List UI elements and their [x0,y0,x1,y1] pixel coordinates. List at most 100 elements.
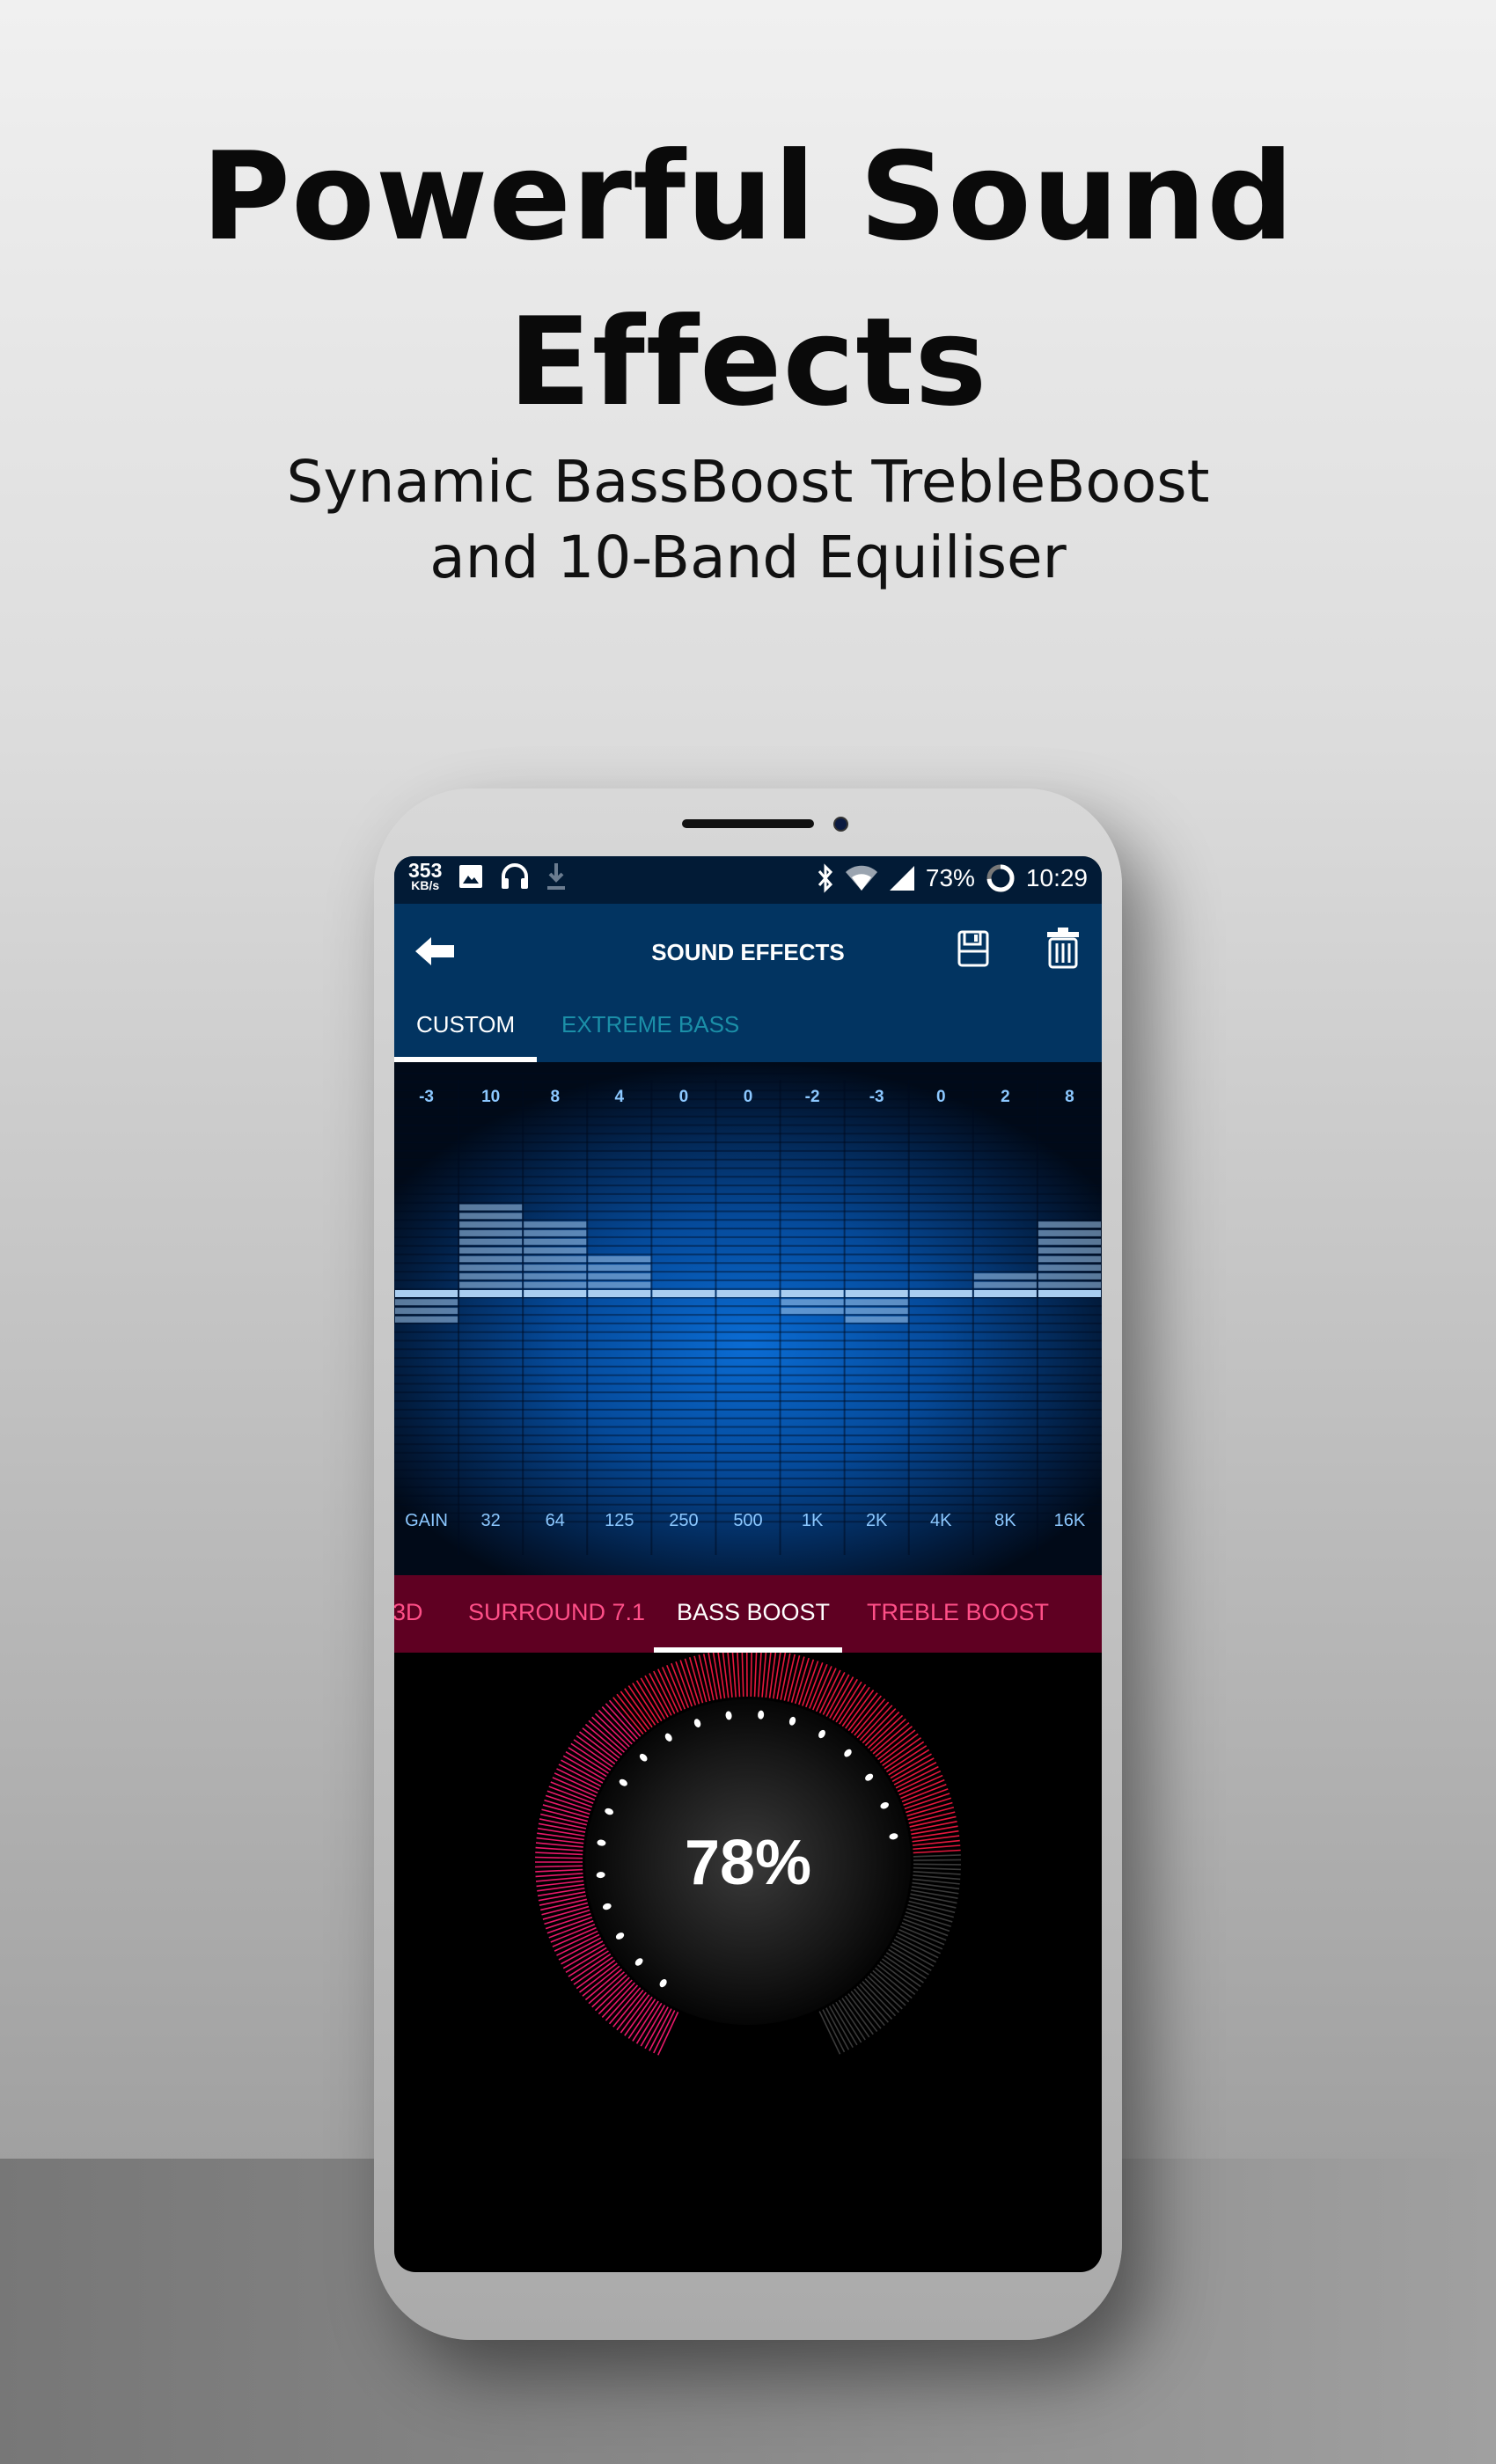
eq-bar-segment [588,1281,651,1288]
dial-tick-active [753,1649,758,1698]
tab-custom[interactable]: CUSTOM [416,1002,515,1046]
eq-bar-segment [459,1238,523,1245]
dial-tick-active [727,1650,733,1698]
dial-tick-inactive [891,1942,935,1968]
dial-tick-inactive [828,2006,854,2049]
eq-band-center[interactable] [459,1290,523,1297]
eq-bar-segment [524,1281,587,1288]
network-speed: 353 KB/s [408,858,443,892]
tab-bass-boost[interactable]: BASS BOOST [677,1591,830,1633]
dial-tick-active [538,1822,586,1833]
eq-band-label: 2K [866,1511,888,1530]
dial-tick-active [535,1846,583,1852]
eq-band-center[interactable] [973,1290,1037,1297]
eq-bar-segment [1038,1256,1101,1263]
eq-bar-segment [524,1272,587,1280]
eq-band-center[interactable] [588,1290,651,1297]
eq-value-label: 4 [615,1088,625,1106]
clock: 10:29 [1025,864,1088,891]
headphones-icon [502,863,529,889]
dial-tick-inactive [818,2011,841,2055]
eq-bar-segment [1038,1272,1101,1280]
dial-tick-active [910,1821,957,1831]
eq-band-center[interactable] [524,1290,587,1297]
tab-3d[interactable]: 3D [394,1591,423,1633]
eq-bar-segment [459,1281,523,1288]
trash-icon[interactable] [1045,927,1081,969]
eq-bar-segment [524,1256,587,1263]
tab-treble-boost[interactable]: TREBLE BOOST [867,1591,1049,1633]
page-title: SOUND EFFECTS [651,939,845,965]
eq-value-label: 8 [550,1088,560,1106]
eq-band-label: 250 [669,1511,698,1530]
eq-band-center[interactable] [652,1290,715,1297]
dial-tick-active [649,2008,672,2051]
eq-bar-segment [459,1229,523,1236]
dial-tick-active [671,1662,690,1708]
floppy-disk-icon[interactable] [957,930,989,967]
eq-bar-segment [845,1316,908,1323]
dial-tick-active [736,1649,741,1698]
eq-bar-segment [459,1247,523,1254]
eq-band-label: 1K [802,1511,824,1530]
eq-bar-segment [524,1247,587,1254]
eq-band-label: 16K [1054,1511,1086,1530]
image-icon [459,865,483,888]
subline-line-2: and 10-Band Equiliser [429,524,1067,591]
dial-tick-active [913,1844,961,1851]
dial-tick-inactive [913,1854,961,1858]
eq-bar-segment [1038,1281,1101,1288]
phone-speaker [682,819,814,828]
dial-tick-inactive [832,2004,858,2046]
dial-tick-inactive [913,1859,961,1861]
bass-boost-dial[interactable]: 78% [394,1648,1102,2093]
dial-tick-active [640,2005,666,2047]
eq-bar-segment [395,1308,458,1315]
dial-tick-active [535,1876,583,1882]
dial-tick-active [805,1662,824,1708]
eq-band-label: 64 [546,1511,565,1530]
wifi-icon [845,865,877,891]
eq-band-center[interactable] [395,1290,458,1297]
tab-surround[interactable]: SURROUND 7.1 [468,1591,645,1633]
eq-bar-segment [524,1265,587,1272]
eq-band-center[interactable] [909,1290,972,1297]
headline-line-2: Effects [508,291,988,433]
eq-value-label: 0 [936,1088,946,1106]
eq-value-label: 10 [481,1088,500,1106]
eq-bar-segment [1038,1229,1101,1236]
dial-tick-active [776,1652,787,1700]
dial-tick-inactive [913,1874,961,1881]
eq-bar-segment [588,1265,651,1272]
dial-tick-active [903,1788,949,1807]
eq-value-label: -3 [869,1088,884,1106]
eq-band-center[interactable] [845,1290,908,1297]
dial-tick-active [913,1849,961,1854]
tab-extreme-bass[interactable]: EXTREME BASS [561,1002,739,1046]
equalizer-chart[interactable]: -3 GAIN 10 32 8 64 4 125 0 250 0 500 -2 1K -3 2K 0 4K 2 8K 8… [394,1062,1102,1575]
dial-tick-inactive [897,1932,941,1954]
eq-bar-segment [1038,1238,1101,1245]
eq-bar-segment [781,1308,844,1315]
dial-tick-active [901,1783,947,1803]
eq-bar-segment [973,1272,1037,1280]
eq-bar-segment [459,1272,523,1280]
eq-band-center[interactable] [1038,1290,1101,1297]
eq-band-center[interactable] [781,1290,844,1297]
eq-bar-segment [1038,1247,1101,1254]
eq-bar-segment [1038,1221,1101,1228]
dial-tick-active [535,1852,583,1856]
dial-tick-inactive [903,1918,949,1937]
eq-band-center[interactable] [716,1290,780,1297]
battery-percent: 73% [925,864,975,891]
dial-tick-active [535,1842,583,1848]
dial-tick-active [640,1677,666,1720]
eq-bar-segment [524,1229,587,1236]
eq-band-label: GAIN [405,1511,448,1530]
dial-tick-active [548,1786,594,1804]
dial-tick-inactive [901,1922,947,1941]
eq-value-label: -2 [805,1088,820,1106]
eq-band-label: 32 [481,1511,501,1530]
eq-bar-segment [588,1256,651,1263]
dial-tick-active [832,1678,858,1721]
